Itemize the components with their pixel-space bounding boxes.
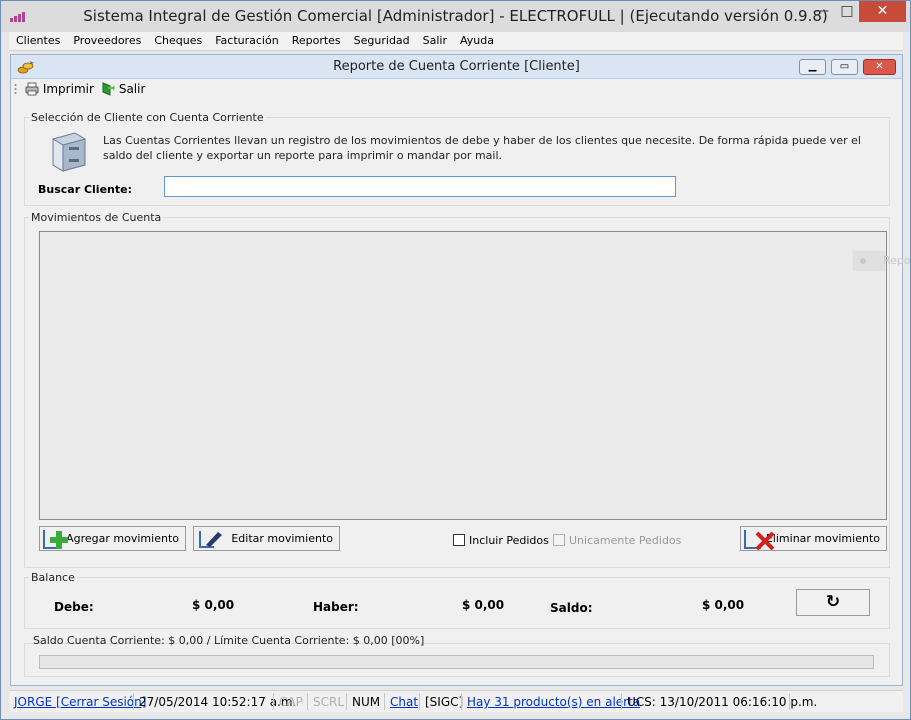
client-info-text: Las Cuentas Corrientes llevan un registr… [103,134,861,162]
balance-label: Balance [29,571,77,584]
report-maximize-button[interactable]: ▭ [831,59,858,75]
print-label: Imprimir [42,82,94,96]
debe-label: Debe: [54,600,94,614]
status-bar: JORGE [Cerrar Sesión] 27/05/2014 10:52:1… [9,690,903,712]
saldo-label: Saldo: [550,601,593,615]
status-num: NUM [352,695,381,709]
only-orders-box[interactable] [553,534,565,546]
window-title: Sistema Integral de Gestión Comercial [A… [83,7,828,25]
minimize-button[interactable]: — [809,1,835,22]
menu-reportes[interactable]: Reportes [285,32,347,47]
print-button[interactable]: Imprimir [25,82,94,96]
search-client-input[interactable] [164,176,676,197]
movements-grid[interactable] [39,231,887,520]
edit-movement-label: Editar movimiento [231,532,333,545]
search-client-label: Buscar Cliente: [38,183,132,196]
printer-icon [25,82,39,96]
account-progress-bar [39,655,874,669]
menu-ayuda[interactable]: Ayuda [453,32,500,47]
refresh-button[interactable]: ↻ [796,589,870,616]
movements-label: Movimientos de Cuenta [29,211,164,224]
account-summary: Saldo Cuenta Corriente: $ 0,00 / Límite … [33,634,425,647]
menu-bar: Clientes Proveedores Cheques Facturación Rep… [9,32,903,51]
chat-link[interactable]: Chat [390,695,418,709]
toolbar-grip-icon [14,84,17,94]
only-orders-checkbox[interactable]: Unicamente Pedidos [553,534,681,547]
include-orders-label: Incluir Pedidos [469,534,549,547]
refresh-icon: ↻ [825,592,841,612]
add-plus-icon [43,530,68,549]
report-title: Reporte de Cuenta Corriente [Cliente] [333,59,580,74]
edit-pen-icon [199,531,222,548]
filing-cabinet-icon [52,132,86,172]
delete-movement-label: Eliminar movimiento [765,532,880,545]
delete-x-icon [744,530,775,550]
client-selection-label: Selección de Cliente con Cuenta Corrient… [29,111,266,124]
menu-cheques[interactable]: Cheques [147,32,208,47]
maximize-button[interactable]: □ [835,1,859,22]
floating-report-tip [852,250,886,272]
exit-button[interactable]: Salir [101,82,145,96]
only-orders-label: Unicamente Pedidos [569,534,682,547]
report-title-bar[interactable]: Reporte de Cuenta Corriente [Cliente] ▁ … [11,55,902,79]
include-orders-box[interactable] [453,534,465,546]
report-minimize-button[interactable]: ▁ [799,59,826,75]
exit-label: Salir [118,82,146,96]
exit-arrow-icon [102,82,115,96]
add-movement-button[interactable]: Agregar movimiento [39,526,186,551]
title-bar[interactable]: Sistema Integral de Gestión Comercial [A… [1,1,910,32]
report-close-button[interactable]: ✕ [863,59,896,75]
balance-group: Balance [24,571,890,629]
haber-label: Haber: [313,600,359,614]
include-orders-checkbox[interactable]: Incluir Pedidos [453,534,549,547]
status-scrl: SCRL [313,695,345,709]
menu-seguridad[interactable]: Seguridad [347,32,416,47]
floating-tip-text: Repo [883,254,911,267]
delete-movement-button[interactable]: Eliminar movimiento [740,526,887,551]
menu-salir[interactable]: Salir [416,32,453,47]
add-movement-label: Agregar movimiento [66,532,179,545]
debe-value: $ 0,00 [192,598,235,612]
status-cap: CAP [279,695,303,709]
user-logout-link[interactable]: JORGE [Cerrar Sesión] [14,695,146,709]
report-window: Reporte de Cuenta Corriente [Cliente] ▁ … [10,54,903,686]
saldo-value: $ 0,00 [702,598,745,612]
close-button[interactable]: ✕ [859,1,906,22]
edit-movement-button[interactable]: Editar movimiento [193,526,340,551]
menu-proveedores[interactable]: Proveedores [66,32,147,47]
menu-clientes[interactable]: Clientes [9,32,66,47]
tip-dot-icon [860,258,866,264]
haber-value: $ 0,00 [462,598,505,612]
app-window: Sistema Integral de Gestión Comercial [A… [0,0,911,720]
stock-alert-link[interactable]: Hay 31 producto(s) en alerta [467,695,640,709]
status-sigc: [SIGC] [425,695,464,709]
toolbar: Imprimir Salir [11,79,902,101]
menu-facturacion[interactable]: Facturación [208,32,284,47]
